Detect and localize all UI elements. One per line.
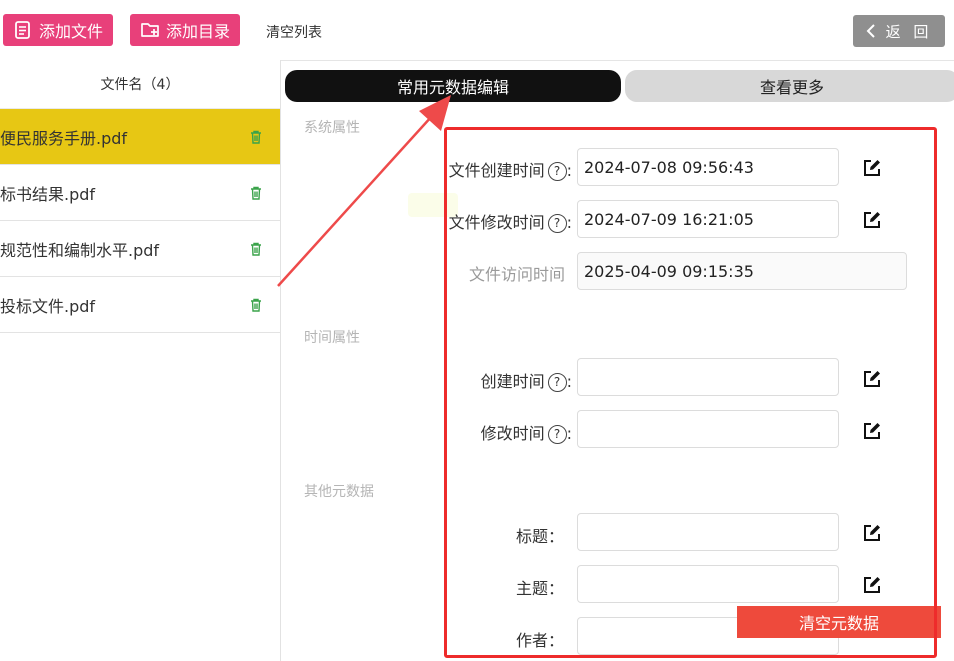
tab-view-more[interactable]: 查看更多 xyxy=(625,70,954,102)
add-file-icon xyxy=(15,21,30,39)
add-file-button[interactable]: 添加文件 xyxy=(3,14,113,46)
edit-icon[interactable] xyxy=(862,369,882,389)
create-time-label: 创建时间?: xyxy=(480,372,572,392)
title-label: 标题： xyxy=(515,527,564,546)
add-file-label: 添加文件 xyxy=(39,22,104,41)
add-directory-label: 添加目录 xyxy=(166,22,231,41)
back-label: 返 回 xyxy=(885,22,933,41)
help-icon[interactable]: ? xyxy=(547,214,567,233)
section-system-properties: 系统属性 xyxy=(304,120,360,136)
file-row[interactable]: 便民服务手册.pdf xyxy=(0,109,280,165)
section-other-metadata: 其他元数据 xyxy=(304,484,374,500)
help-icon[interactable]: ? xyxy=(547,162,567,181)
add-folder-icon xyxy=(141,23,159,37)
author-label: 作者： xyxy=(515,631,564,650)
clear-metadata-button[interactable]: 清空元数据 xyxy=(737,606,941,638)
subject-input[interactable] xyxy=(577,565,839,603)
title-input[interactable] xyxy=(577,513,839,551)
file-row[interactable]: 标书结果.pdf xyxy=(0,165,280,221)
file-row[interactable]: 投标文件.pdf xyxy=(0,277,280,333)
file-accessed-input[interactable] xyxy=(577,252,907,290)
edit-icon[interactable] xyxy=(862,575,882,595)
file-accessed-label: 文件访问时间 xyxy=(468,265,565,284)
edit-icon[interactable] xyxy=(862,523,882,543)
file-name: 投标文件.pdf xyxy=(0,296,96,316)
file-list-header: 文件名（4） xyxy=(0,60,280,109)
trash-icon[interactable] xyxy=(248,129,264,145)
file-name: 便民服务手册.pdf xyxy=(0,128,128,148)
file-row[interactable]: 规范性和编制水平.pdf xyxy=(0,221,280,277)
modify-time-input[interactable] xyxy=(577,410,839,448)
modify-time-label: 修改时间?: xyxy=(480,424,572,444)
create-time-input[interactable] xyxy=(577,358,839,396)
trash-icon[interactable] xyxy=(248,297,264,313)
file-name: 标书结果.pdf xyxy=(0,184,96,204)
edit-icon[interactable] xyxy=(862,210,882,230)
add-directory-button[interactable]: 添加目录 xyxy=(130,14,240,46)
section-time-properties: 时间属性 xyxy=(304,330,360,346)
subject-label: 主题： xyxy=(515,579,564,598)
trash-icon[interactable] xyxy=(248,185,264,201)
clear-list-button[interactable]: 清空列表 xyxy=(266,22,322,42)
file-list-panel: 文件名（4） 便民服务手册.pdf 标书结果.pdf 规范性和编制水平.pdf … xyxy=(0,60,281,661)
tab-bar: 常用元数据编辑 查看更多 xyxy=(285,70,954,104)
tab-common-metadata[interactable]: 常用元数据编辑 xyxy=(285,70,621,102)
chevron-left-icon xyxy=(866,24,875,38)
file-created-label: 文件创建时间?: xyxy=(448,161,572,181)
help-icon[interactable]: ? xyxy=(547,373,567,392)
file-modified-input[interactable] xyxy=(577,200,839,238)
help-icon[interactable]: ? xyxy=(547,425,567,444)
edit-icon[interactable] xyxy=(862,421,882,441)
file-name: 规范性和编制水平.pdf xyxy=(0,240,160,260)
edit-icon[interactable] xyxy=(862,158,882,178)
toolbar: 添加文件 添加目录 清空列表 返 回 xyxy=(0,0,954,61)
back-button[interactable]: 返 回 xyxy=(853,15,945,47)
file-modified-label: 文件修改时间?: xyxy=(448,213,572,233)
file-created-input[interactable] xyxy=(577,148,839,186)
trash-icon[interactable] xyxy=(248,241,264,257)
